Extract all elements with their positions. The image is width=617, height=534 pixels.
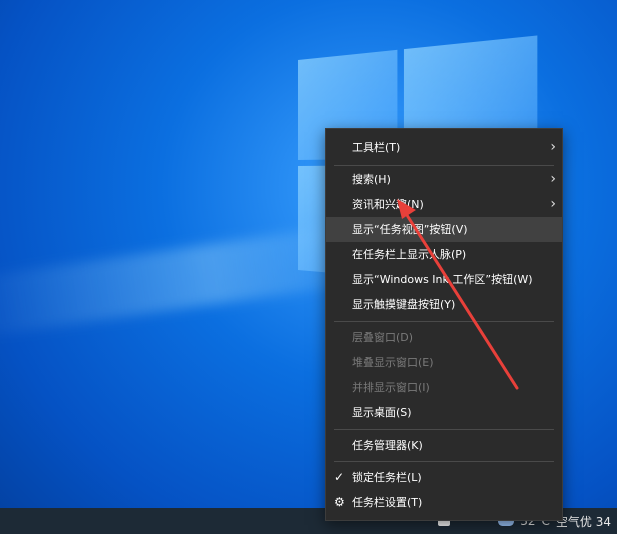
chevron-right-icon: › (550, 196, 556, 212)
chevron-right-icon: › (550, 139, 556, 155)
menu-item-show-task-view-button[interactable]: 显示“任务视图”按钮(V) (326, 217, 562, 242)
menu-item-cascade-windows: 层叠窗口(D) (352, 331, 414, 344)
menu-item-side-by-side-windows: 并排显示窗口(I) (352, 381, 430, 394)
menu-item-show-desktop[interactable]: 显示桌面(S) (326, 400, 562, 425)
chevron-right-icon: › (550, 171, 556, 187)
menu-item-task-manager[interactable]: 任务管理器(K) (326, 433, 562, 458)
menu-item-show-people[interactable]: 在任务栏上显示人脉(P) (326, 242, 562, 267)
menu-item-show-windows-ink-button[interactable]: 显示“Windows Ink 工作区”按钮(W) (326, 267, 562, 292)
menu-separator (334, 461, 554, 462)
menu-separator (334, 165, 554, 166)
check-icon: ✓ (334, 470, 345, 484)
menu-item-show-touch-keyboard-button[interactable]: 显示触摸键盘按钮(Y) (326, 292, 562, 317)
menu-item-news-and-interests[interactable]: 资讯和兴趣(N) › (326, 192, 562, 217)
air-quality[interactable]: 空气优 34 (556, 513, 611, 530)
menu-separator (334, 429, 554, 430)
gear-icon: ⚙ (334, 495, 345, 509)
menu-item-stack-windows: 堆叠显示窗口(E) (352, 356, 434, 369)
menu-item-taskbar-settings[interactable]: ⚙ 任务栏设置(T) (326, 490, 562, 515)
menu-item-toolbars[interactable]: 工具栏(T) › (326, 135, 562, 160)
menu-item-search[interactable]: 搜索(H) › (326, 167, 562, 192)
menu-item-lock-taskbar[interactable]: ✓ 锁定任务栏(L) (326, 465, 562, 490)
menu-separator (334, 321, 554, 322)
taskbar-context-menu: 工具栏(T) › 搜索(H) › 资讯和兴趣(N) › 显示“任务视图”按钮(V… (325, 128, 563, 521)
